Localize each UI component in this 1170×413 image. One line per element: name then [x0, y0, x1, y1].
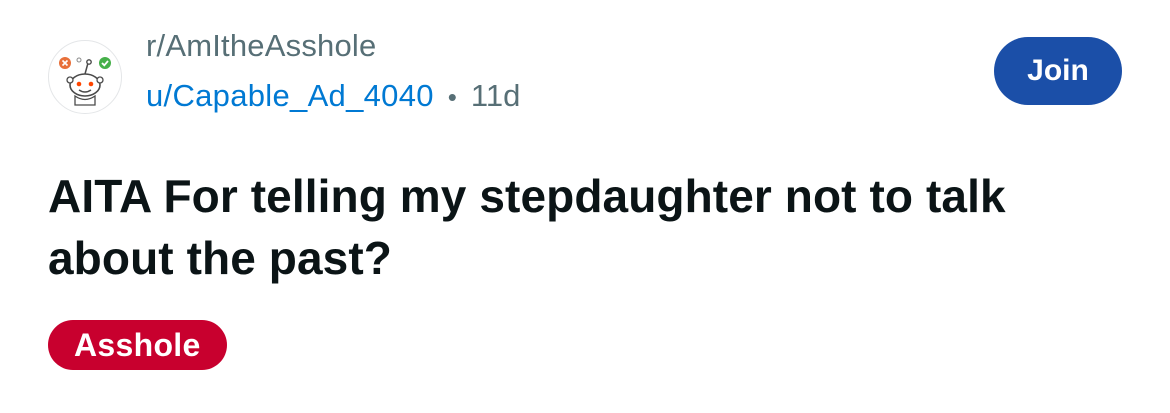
- post-header: r/AmItheAsshole u/Capable_Ad_4040 • 11d …: [48, 28, 1128, 118]
- subreddit-avatar-icon[interactable]: [48, 40, 122, 114]
- separator-dot: •: [447, 82, 457, 112]
- post-flair-badge[interactable]: Asshole: [48, 320, 227, 370]
- join-button[interactable]: Join: [994, 37, 1122, 105]
- post-title[interactable]: AITA For telling my stepdaughter not to …: [48, 165, 1128, 289]
- byline: u/Capable_Ad_4040 • 11d: [146, 78, 520, 114]
- post-age: 11d: [470, 78, 521, 113]
- username-link[interactable]: u/Capable_Ad_4040: [146, 78, 434, 114]
- subreddit-link[interactable]: r/AmItheAsshole: [146, 28, 376, 64]
